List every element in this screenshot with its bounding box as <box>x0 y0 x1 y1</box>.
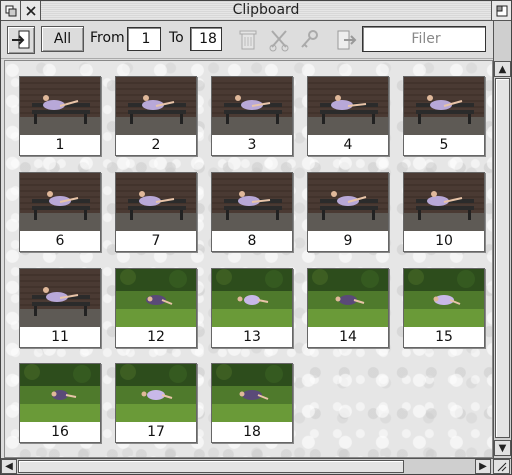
thumbnail-image <box>116 173 196 231</box>
thumbnail-item[interactable]: 9 <box>307 172 389 252</box>
thumbnail-image <box>20 77 100 135</box>
thumbnail-label: 18 <box>243 424 261 440</box>
thumbnail-item[interactable]: 2 <box>115 76 197 156</box>
thumbnail-label: 9 <box>343 233 353 249</box>
thumbnail-image <box>212 269 292 327</box>
thumbnail-image <box>404 269 484 327</box>
vertical-scrollbar[interactable]: ▲ ▼ <box>493 21 511 458</box>
thumbnail-label: 5 <box>439 137 449 153</box>
thumbnail-image <box>116 77 196 135</box>
to-label: To <box>169 30 184 46</box>
paste-icon[interactable] <box>7 26 35 54</box>
thumbnail-image <box>212 364 292 422</box>
thumbnail-label: 3 <box>247 137 257 153</box>
thumbnail-item[interactable]: 7 <box>115 172 197 252</box>
thumbnail-item[interactable]: 3 <box>211 76 293 156</box>
thumbnail-item[interactable]: 13 <box>211 268 293 348</box>
thumbnail-label: 4 <box>343 137 353 153</box>
thumbnail-image <box>116 269 196 327</box>
thumbnail-label: 10 <box>435 233 453 249</box>
thumbnail-item[interactable]: 17 <box>115 363 197 443</box>
thumbnail-image <box>212 173 292 231</box>
thumbnail-item[interactable]: 8 <box>211 172 293 252</box>
thumbnail-label: 13 <box>243 329 261 345</box>
back-icon[interactable] <box>1 1 21 20</box>
thumbnail-label: 7 <box>151 233 161 249</box>
thumbnail-image <box>308 269 388 327</box>
thumbnail-item[interactable]: 12 <box>115 268 197 348</box>
scroll-up-icon[interactable]: ▲ <box>494 61 511 77</box>
thumbnail-image <box>404 77 484 135</box>
thumbnail-image <box>20 173 100 231</box>
from-field[interactable]: 1 <box>127 27 161 51</box>
thumbnail-pane: 1 2 3 4 5 6 7 8 9 10 11 12 13 14 15 16 17 18 <box>4 60 493 458</box>
from-label: From <box>90 30 125 46</box>
save-to-filer-icon[interactable] <box>332 26 360 54</box>
close-icon[interactable] <box>21 1 41 20</box>
thumbnail-item[interactable]: 18 <box>211 363 293 443</box>
vertical-scroll-thumb[interactable] <box>495 78 510 438</box>
thumbnail-item[interactable]: 16 <box>19 363 101 443</box>
thumbnail-item[interactable]: 15 <box>403 268 485 348</box>
thumbnail-label: 1 <box>55 137 65 153</box>
scroll-down-icon[interactable]: ▼ <box>494 440 511 456</box>
thumbnail-image <box>308 77 388 135</box>
thumbnail-image <box>20 269 100 327</box>
scroll-left-icon[interactable]: ◀ <box>1 459 17 474</box>
thumbnail-item[interactable]: 10 <box>403 172 485 252</box>
thumbnail-item[interactable]: 14 <box>307 268 389 348</box>
thumbnail-image <box>20 364 100 422</box>
thumbnail-item[interactable]: 1 <box>19 76 101 156</box>
resize-icon[interactable] <box>493 459 510 474</box>
title-bar[interactable]: Clipboard <box>1 1 511 21</box>
thumbnail-image <box>308 173 388 231</box>
thumbnail-item[interactable]: 4 <box>307 76 389 156</box>
key-icon[interactable] <box>295 26 323 54</box>
thumbnail-item[interactable]: 11 <box>19 268 101 348</box>
thumbnail-label: 8 <box>247 233 257 249</box>
scroll-right-icon[interactable]: ▶ <box>475 459 491 474</box>
window-title: Clipboard <box>41 1 491 20</box>
thumbnail-item[interactable]: 5 <box>403 76 485 156</box>
filer-field[interactable]: Filer <box>362 26 486 52</box>
thumbnail-label: 16 <box>51 424 69 440</box>
horizontal-scrollbar[interactable]: ◀ ▶ <box>1 458 511 474</box>
thumbnail-label: 17 <box>147 424 165 440</box>
thumbnail-label: 6 <box>55 233 65 249</box>
thumbnail-label: 15 <box>435 329 453 345</box>
thumbnail-image <box>212 77 292 135</box>
thumbnail-item[interactable]: 6 <box>19 172 101 252</box>
thumbnail-image <box>404 173 484 231</box>
trash-icon[interactable] <box>234 26 262 54</box>
thumbnail-label: 14 <box>339 329 357 345</box>
thumbnail-label: 2 <box>151 137 161 153</box>
toggle-size-icon[interactable] <box>491 1 511 20</box>
all-button[interactable]: All <box>41 26 84 52</box>
thumbnail-label: 12 <box>147 329 165 345</box>
clipboard-window: Clipboard All From 1 To 18 Filer 1 2 3 4… <box>0 0 512 475</box>
thumbnail-label: 11 <box>51 329 69 345</box>
cut-icon[interactable] <box>265 26 293 54</box>
horizontal-scroll-thumb[interactable] <box>18 460 404 473</box>
toolbar: All From 1 To 18 Filer <box>1 21 511 59</box>
thumbnail-image <box>116 364 196 422</box>
to-field[interactable]: 18 <box>190 27 222 51</box>
